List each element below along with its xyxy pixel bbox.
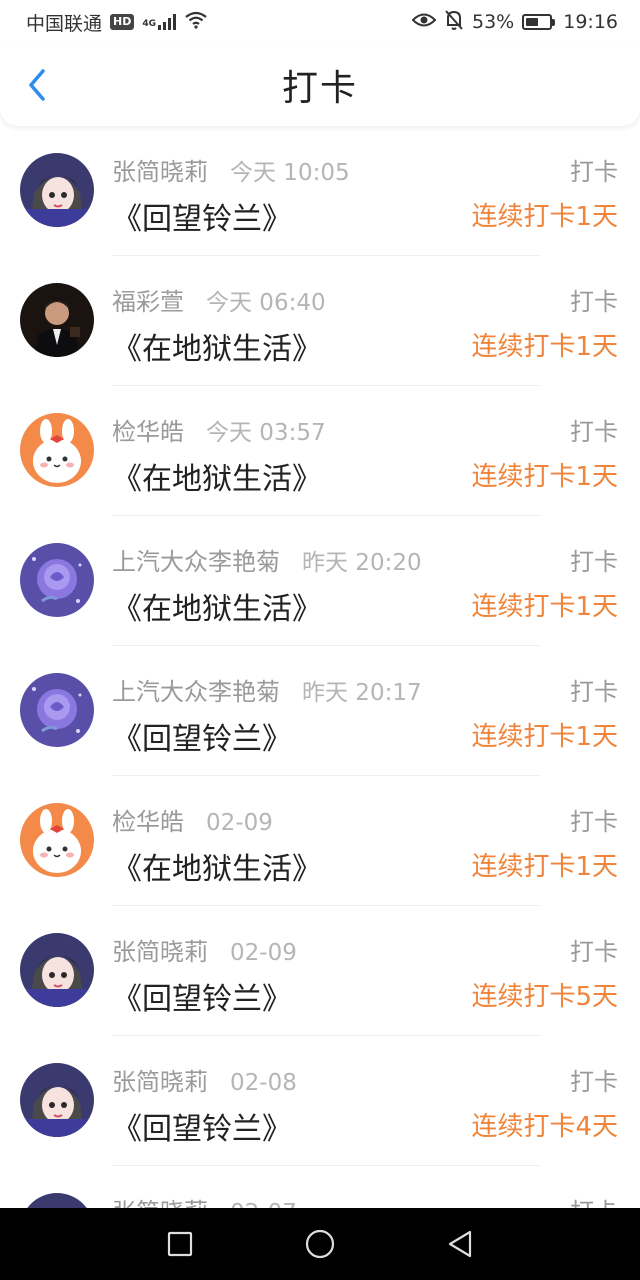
wifi-icon xyxy=(184,11,208,34)
user-name-text: 张简晓莉 xyxy=(112,1068,208,1096)
user-name-text: 张简晓莉 xyxy=(112,1198,208,1208)
eye-icon xyxy=(411,11,437,33)
streak-label: 连续打卡1天 xyxy=(471,202,618,232)
circle-icon xyxy=(305,1229,335,1259)
chevron-left-icon xyxy=(29,69,45,101)
recent-apps-button[interactable] xyxy=(160,1224,200,1264)
book-title[interactable]: 《在地狱生活》 xyxy=(112,454,322,498)
user-name: 上汽大众李艳菊 昨天 20:17 xyxy=(112,672,422,707)
avatar[interactable] xyxy=(20,543,94,617)
book-title[interactable]: 《回望铃兰》 xyxy=(112,1104,292,1148)
checkin-time: 02-07 xyxy=(230,1200,297,1208)
checkin-time: 今天 10:05 xyxy=(230,160,350,186)
checkin-action-label: 打卡 xyxy=(570,548,618,576)
checkin-list[interactable]: 张简晓莉 今天 10:05 《回望铃兰》 打卡 连续打卡1天 福彩萱 今天 06:4… xyxy=(0,126,640,1208)
avatar[interactable] xyxy=(20,1193,94,1208)
checkin-row[interactable]: 张简晓莉 02-08 《回望铃兰》 打卡 连续打卡4天 xyxy=(0,1036,640,1166)
user-name-text: 张简晓莉 xyxy=(112,158,208,186)
avatar[interactable] xyxy=(20,283,94,357)
hd-badge: HD xyxy=(110,14,135,30)
book-title[interactable]: 《回望铃兰》 xyxy=(112,194,292,238)
home-button[interactable] xyxy=(300,1224,340,1264)
clock: 19:16 xyxy=(563,11,618,33)
checkin-row[interactable]: 上汽大众李艳菊 昨天 20:20 《在地狱生活》 打卡 连续打卡1天 xyxy=(0,516,640,646)
checkin-time: 今天 06:40 xyxy=(206,290,326,316)
triangle-back-icon xyxy=(448,1230,472,1258)
user-name: 上汽大众李艳菊 昨天 20:20 xyxy=(112,542,422,577)
streak-label: 连续打卡1天 xyxy=(471,592,618,622)
avatar[interactable] xyxy=(20,1063,94,1137)
user-name: 福彩萱 今天 06:40 xyxy=(112,282,326,317)
network-type: 4G xyxy=(142,18,157,29)
signal-icon xyxy=(158,14,177,30)
avatar[interactable] xyxy=(20,153,94,227)
checkin-row[interactable]: 张简晓莉 今天 10:05 《回望铃兰》 打卡 连续打卡1天 xyxy=(0,126,640,256)
avatar[interactable] xyxy=(20,803,94,877)
checkin-row[interactable]: 张简晓莉 02-09 《回望铃兰》 打卡 连续打卡5天 xyxy=(0,906,640,1036)
avatar[interactable] xyxy=(20,933,94,1007)
status-bar: 中国联通 HD 4G 53% 19:16 xyxy=(0,0,640,44)
checkin-time: 02-09 xyxy=(206,810,273,836)
checkin-time: 02-08 xyxy=(230,1070,297,1096)
user-name-text: 福彩萱 xyxy=(112,288,184,316)
streak-label: 连续打卡1天 xyxy=(471,332,618,362)
checkin-time: 昨天 20:20 xyxy=(302,550,422,576)
battery-percent: 53% xyxy=(472,11,515,33)
avatar[interactable] xyxy=(20,673,94,747)
checkin-time: 02-09 xyxy=(230,940,297,966)
header: 打卡 xyxy=(0,44,640,126)
page-title: 打卡 xyxy=(281,68,358,109)
checkin-action-label: 打卡 xyxy=(570,808,618,836)
checkin-action-label: 打卡 xyxy=(570,158,618,186)
checkin-row[interactable]: 检华皓 今天 03:57 《在地狱生活》 打卡 连续打卡1天 xyxy=(0,386,640,516)
battery-icon xyxy=(522,14,556,30)
checkin-action-label: 打卡 xyxy=(570,1068,618,1096)
avatar[interactable] xyxy=(20,413,94,487)
streak-label: 连续打卡1天 xyxy=(471,462,618,492)
checkin-action-label: 打卡 xyxy=(570,938,618,966)
checkin-row[interactable]: 福彩萱 今天 06:40 《在地狱生活》 打卡 连续打卡1天 xyxy=(0,256,640,386)
user-name: 张简晓莉 02-08 xyxy=(112,1062,297,1097)
checkin-row[interactable]: 张简晓莉 02-07 打卡 xyxy=(0,1166,640,1208)
user-name: 张简晓莉 今天 10:05 xyxy=(112,152,350,187)
user-name-text: 检华皓 xyxy=(112,418,184,446)
book-title[interactable]: 《在地狱生活》 xyxy=(112,324,322,368)
user-name: 张简晓莉 02-09 xyxy=(112,932,297,967)
streak-label: 连续打卡1天 xyxy=(471,852,618,882)
book-title[interactable]: 《在地狱生活》 xyxy=(112,584,322,628)
book-title[interactable]: 《回望铃兰》 xyxy=(112,974,292,1018)
checkin-time: 昨天 20:17 xyxy=(302,680,422,706)
navigation-bar xyxy=(0,1208,640,1280)
back-button[interactable] xyxy=(20,68,54,102)
user-name: 张简晓莉 02-07 xyxy=(112,1192,297,1208)
book-title[interactable]: 《回望铃兰》 xyxy=(112,714,292,758)
checkin-time: 今天 03:57 xyxy=(206,420,326,446)
streak-label: 连续打卡4天 xyxy=(471,1112,618,1142)
checkin-action-label: 打卡 xyxy=(570,288,618,316)
streak-label: 连续打卡5天 xyxy=(471,982,618,1012)
checkin-action-label: 打卡 xyxy=(570,1192,618,1208)
bell-off-icon xyxy=(444,9,464,36)
checkin-action-label: 打卡 xyxy=(570,418,618,446)
user-name: 检华皓 今天 03:57 xyxy=(112,412,326,447)
user-name-text: 上汽大众李艳菊 xyxy=(112,678,280,706)
square-icon xyxy=(167,1231,193,1257)
user-name-text: 张简晓莉 xyxy=(112,938,208,966)
user-name: 检华皓 02-09 xyxy=(112,802,273,837)
checkin-row[interactable]: 上汽大众李艳菊 昨天 20:17 《回望铃兰》 打卡 连续打卡1天 xyxy=(0,646,640,776)
carrier-label: 中国联通 xyxy=(26,12,103,35)
book-title[interactable]: 《在地狱生活》 xyxy=(112,844,322,888)
streak-label: 连续打卡1天 xyxy=(471,722,618,752)
checkin-action-label: 打卡 xyxy=(570,678,618,706)
checkin-row[interactable]: 检华皓 02-09 《在地狱生活》 打卡 连续打卡1天 xyxy=(0,776,640,906)
user-name-text: 检华皓 xyxy=(112,808,184,836)
user-name-text: 上汽大众李艳菊 xyxy=(112,548,280,576)
back-nav-button[interactable] xyxy=(440,1224,480,1264)
